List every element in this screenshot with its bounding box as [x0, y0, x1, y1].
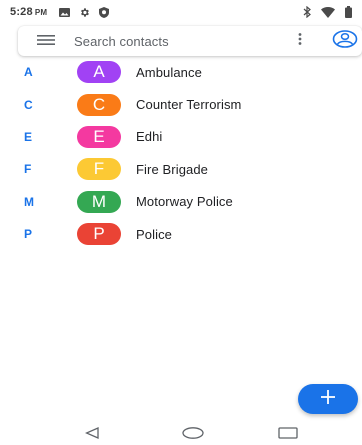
back-button[interactable]	[84, 426, 100, 444]
contact-row-motorway-police[interactable]: M M Motorway Police	[0, 186, 362, 218]
more-options-button[interactable]	[290, 26, 310, 56]
wifi-icon	[321, 6, 335, 18]
section-letter: M	[24, 194, 34, 209]
contact-avatar: M	[77, 190, 121, 213]
contact-name: Counter Terrorism	[136, 97, 242, 113]
shield-icon	[99, 6, 110, 18]
status-time-ampm: PM	[34, 8, 48, 17]
status-time-value: 5:28	[10, 6, 33, 18]
add-contact-button[interactable]	[298, 384, 358, 414]
contact-name: Motorway Police	[136, 194, 233, 210]
section-letter: F	[24, 162, 32, 177]
contact-row-counter-terrorism[interactable]: C C Counter Terrorism	[0, 88, 362, 120]
contact-row-police[interactable]: P P Police	[0, 218, 362, 250]
contact-row-ambulance[interactable]: A A Ambulance	[0, 56, 362, 88]
contact-row-edhi[interactable]: E E Edhi	[0, 121, 362, 153]
contact-avatar: P	[77, 223, 121, 246]
account-button[interactable]	[328, 26, 362, 56]
home-circle-icon	[182, 426, 204, 444]
search-input[interactable]: Search contacts	[74, 34, 290, 49]
back-triangle-icon	[84, 426, 99, 444]
section-letter: C	[24, 97, 33, 112]
status-bar: 5:28 PM	[0, 0, 362, 24]
contact-name: Fire Brigade	[136, 161, 209, 177]
gear-icon	[79, 7, 90, 18]
menu-button[interactable]	[18, 26, 74, 56]
plus-icon	[321, 389, 335, 409]
contact-avatar: E	[77, 125, 121, 148]
contact-name: Police	[136, 226, 173, 242]
contact-avatar: C	[77, 93, 121, 116]
recents-button[interactable]	[277, 426, 299, 444]
navigation-bar	[0, 425, 362, 445]
battery-icon	[345, 6, 352, 18]
section-letter: P	[24, 227, 33, 242]
section-letter: E	[24, 129, 33, 144]
contact-avatar: A	[77, 61, 121, 84]
bluetooth-icon	[303, 6, 311, 18]
recents-square-icon	[278, 426, 298, 444]
contact-row-fire-brigade[interactable]: F F Fire Brigade	[0, 153, 362, 185]
home-button[interactable]	[181, 426, 205, 444]
status-right-icons	[303, 6, 352, 18]
account-circle-icon	[332, 29, 358, 53]
status-left-icons	[59, 6, 110, 18]
contact-list: A A Ambulance C C Counter Terrorism E E …	[0, 56, 362, 250]
more-vertical-icon	[298, 32, 302, 50]
search-bar[interactable]: Search contacts	[18, 26, 362, 56]
status-time: 5:28 PM	[10, 6, 47, 18]
section-letter: A	[24, 65, 33, 80]
gallery-icon	[59, 7, 71, 17]
contact-name: Edhi	[136, 129, 163, 145]
contact-name: Ambulance	[136, 64, 202, 80]
hamburger-menu-icon	[37, 32, 55, 50]
contact-avatar: F	[77, 158, 121, 181]
